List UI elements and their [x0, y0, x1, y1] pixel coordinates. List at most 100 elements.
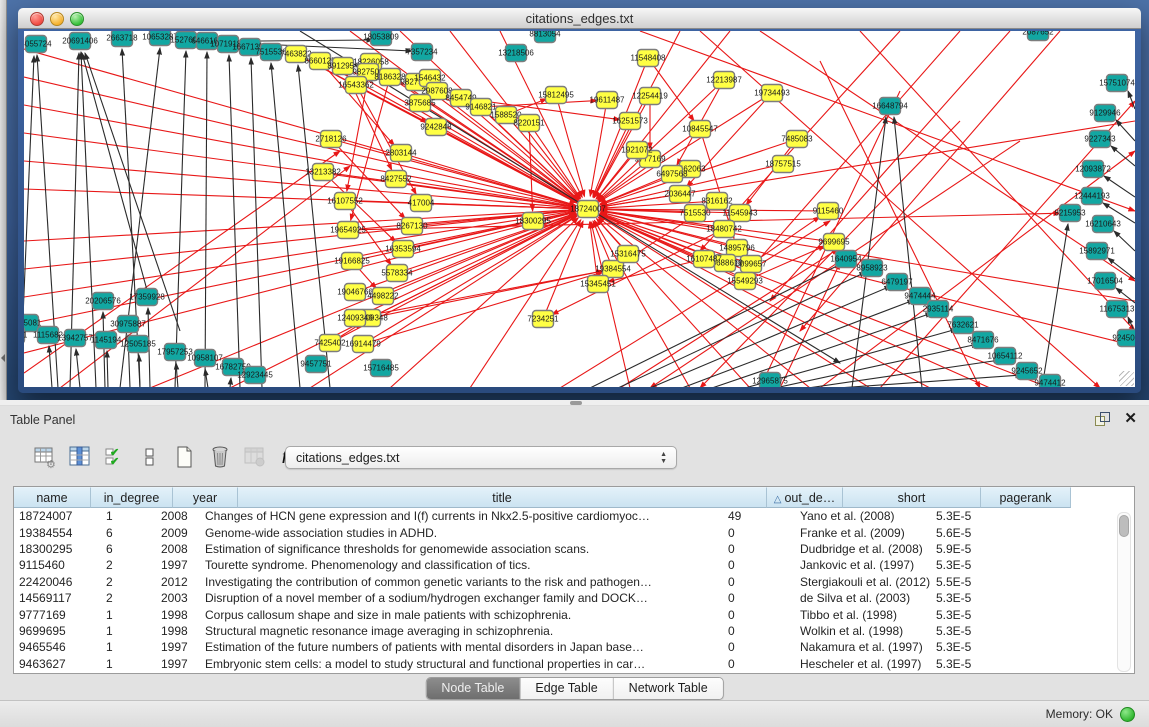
column-header-title[interactable]: title — [238, 487, 767, 508]
panel-collapse-strip[interactable] — [0, 0, 7, 400]
graph-node[interactable]: 4498222 — [367, 288, 399, 305]
tab-network-table[interactable]: Network Table — [614, 678, 723, 699]
network-canvas[interactable]: 4055724206914062663718106532871527602646… — [24, 31, 1135, 387]
graph-node[interactable]: 19611487 — [590, 92, 626, 109]
table-row[interactable]: 2242004622012Investigating the contribut… — [14, 574, 1134, 590]
table-row[interactable]: 1872400712008Changes of HCN gene express… — [14, 508, 1134, 524]
graph-node[interactable]: 1145194 — [91, 332, 122, 349]
graph-node[interactable]: 8471676 — [967, 332, 999, 349]
row-height-icon[interactable] — [137, 444, 163, 470]
graph-node[interactable]: 16353594 — [385, 241, 421, 258]
graph-node[interactable]: 8220151 — [513, 115, 545, 132]
table-selector-dropdown[interactable]: citations_edges.txt ▲▼ — [285, 446, 677, 469]
graph-node[interactable]: 18053809 — [363, 31, 399, 46]
graph-node[interactable]: 7485083 — [781, 131, 813, 148]
graph-node[interactable]: 7357234 — [406, 44, 438, 61]
divider-handle-icon[interactable] — [570, 401, 582, 405]
graph-node[interactable]: 2036447 — [664, 186, 696, 203]
collapse-arrow-icon[interactable] — [1, 354, 5, 362]
tab-node-table[interactable]: Node Table — [426, 678, 520, 699]
graph-node[interactable]: 18757515 — [765, 156, 801, 173]
table-row[interactable]: 1830029562008Estimation of significance … — [14, 541, 1134, 557]
node-table[interactable]: namein_degreeyeartitle△out_de…shortpager… — [13, 486, 1135, 674]
svg-text:9245012: 9245012 — [1112, 334, 1135, 343]
graph-node[interactable]: 12213987 — [706, 72, 742, 89]
table-scrollbar[interactable] — [1117, 512, 1131, 672]
graph-node[interactable]: 10845547 — [682, 121, 718, 138]
graph-node[interactable]: 8958923 — [856, 260, 888, 277]
column-header-outde[interactable]: △out_de… — [767, 487, 843, 508]
table-row[interactable]: 911546021997Tourette syndrome. Phenomeno… — [14, 557, 1134, 573]
create-column-icon[interactable] — [172, 444, 198, 470]
graph-node[interactable]: 6479197 — [881, 274, 913, 291]
graph-node[interactable]: 2935114 — [923, 301, 954, 318]
graph-node[interactable]: 9129946 — [1089, 105, 1121, 122]
graph-node[interactable]: 19734493 — [754, 85, 790, 102]
svg-text:16251573: 16251573 — [612, 117, 648, 126]
column-header-name[interactable]: name — [14, 487, 91, 508]
float-panel-icon[interactable] — [1095, 412, 1109, 425]
graph-node[interactable]: 2718126 — [315, 131, 347, 148]
graph-node[interactable]: 11548408 — [631, 50, 667, 67]
svg-text:18757515: 18757515 — [765, 160, 801, 169]
table-row[interactable]: 1938455462009Genome-wide association stu… — [14, 524, 1134, 540]
column-header-short[interactable]: short — [843, 487, 981, 508]
graph-node[interactable]: 8215953 — [1054, 205, 1086, 222]
graph-node[interactable]: 417004 — [408, 195, 435, 212]
column-header-pagerank[interactable]: pagerank — [981, 487, 1071, 508]
graph-node[interactable]: 9115460 — [813, 203, 844, 220]
table-row[interactable]: 946362711997Embryonic stem cells: a mode… — [14, 656, 1134, 672]
close-panel-icon[interactable]: ✕ — [1124, 409, 1137, 427]
graph-node[interactable]: 5578334 — [381, 265, 413, 282]
column-header-indegree[interactable]: in_degree — [91, 487, 173, 508]
graph-node[interactable]: 15892971 — [1079, 243, 1115, 260]
svg-text:7632621: 7632621 — [947, 321, 979, 330]
table-row[interactable]: 1456911722003Disruption of a novel membe… — [14, 590, 1134, 606]
column-header-year[interactable]: year — [173, 487, 238, 508]
graph-node[interactable]: 8267130 — [396, 218, 428, 235]
graph-node[interactable]: 2663718 — [106, 31, 138, 47]
graph-node[interactable]: 13213382 — [305, 164, 341, 181]
graph-node[interactable]: 20206576 — [85, 293, 121, 310]
graph-node[interactable]: 12444193 — [1074, 188, 1110, 205]
network-view-window[interactable]: citations_edges.txt 4055724 20691406 26637… — [18, 8, 1141, 393]
resize-grip-icon[interactable] — [1119, 371, 1134, 386]
graph-node[interactable]: 13218506 — [498, 45, 534, 62]
graph-node[interactable]: 12254419 — [632, 88, 668, 105]
graph-node[interactable]: 16914479 — [345, 336, 381, 353]
graph-node[interactable]: 17016504 — [1087, 273, 1123, 290]
graph-node[interactable]: 4055724 — [24, 36, 52, 53]
graph-node[interactable]: 7632621 — [947, 317, 979, 334]
graph-node[interactable]: 15751074 — [1099, 75, 1135, 92]
graph-node[interactable]: 16210643 — [1085, 216, 1121, 233]
table-options-icon[interactable]: ⚙ — [32, 444, 58, 470]
graph-node[interactable]: 16648794 — [872, 98, 908, 115]
citation-graph[interactable]: 4055724206914062663718106532871527602646… — [24, 31, 1135, 387]
window-titlebar[interactable]: citations_edges.txt — [18, 8, 1141, 29]
graph-node[interactable]: 2087652 — [1022, 31, 1054, 41]
graph-node[interactable]: 9245012 — [1112, 330, 1135, 347]
select-columns-icon[interactable] — [67, 444, 93, 470]
graph-node[interactable]: 9245652 — [1011, 363, 1043, 380]
graph-node[interactable]: 8316162 — [701, 193, 733, 210]
delete-columns-icon[interactable] — [207, 444, 233, 470]
table-scrollbar-thumb[interactable] — [1119, 515, 1129, 537]
graph-node[interactable]: 12093872 — [1075, 161, 1111, 178]
table-row[interactable]: 946554611997Estimation of the future num… — [14, 639, 1134, 655]
graph-node[interactable]: 12965875 — [752, 373, 788, 388]
svg-text:19654925: 19654925 — [330, 226, 366, 235]
graph-node[interactable]: 9699695 — [818, 234, 850, 251]
graph-node[interactable]: 8813054 — [529, 31, 561, 43]
graph-node[interactable]: 9474412 — [1034, 375, 1066, 388]
graph-node[interactable]: 10654112 — [988, 348, 1024, 365]
tab-edge-table[interactable]: Edge Table — [520, 678, 613, 699]
table-row[interactable]: 969969511998Structural magnetic resonanc… — [14, 623, 1134, 639]
graph-node[interactable]: 11675313 — [1100, 301, 1136, 318]
graph-node[interactable]: 15716485 — [363, 360, 399, 377]
table-row[interactable]: 977716911998Corpus callosum shape and si… — [14, 606, 1134, 622]
graph-node[interactable]: 9227343 — [1084, 131, 1116, 148]
graph-node[interactable]: 15812495 — [538, 87, 574, 104]
graph-node[interactable]: 20691406 — [62, 33, 98, 50]
graph-node[interactable]: 16251573 — [612, 113, 648, 130]
filter-rows-icon[interactable]: ✔✔ — [102, 444, 128, 470]
